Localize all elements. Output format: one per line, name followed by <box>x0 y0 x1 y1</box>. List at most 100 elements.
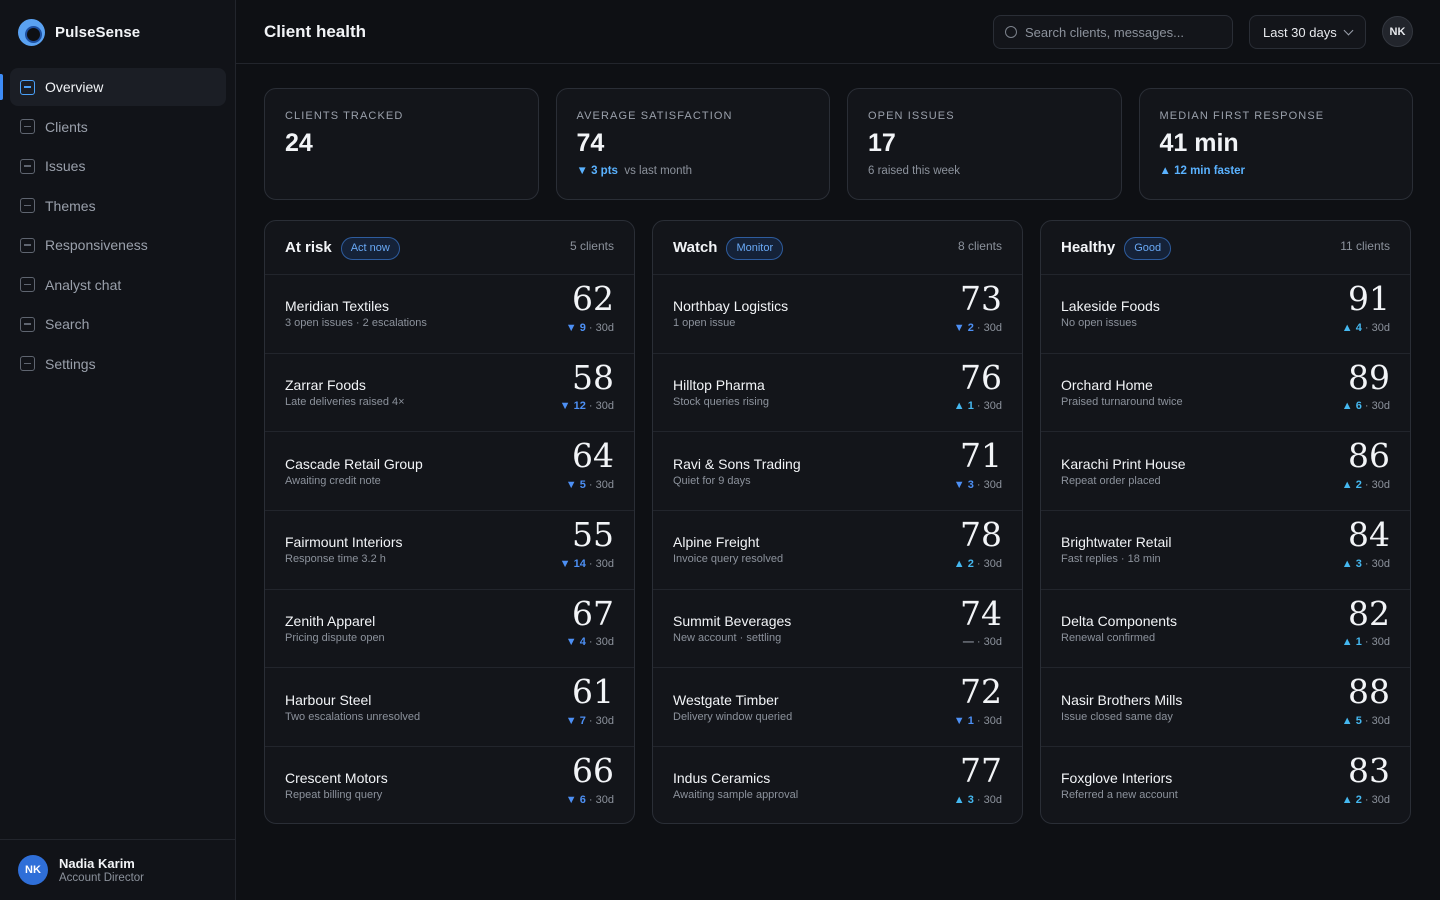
client-note: Referred a new account <box>1061 789 1178 802</box>
client-score: 66 ▼ 6 · 30d <box>566 751 614 806</box>
client-row[interactable]: Alpine Freight Invoice query resolved 78 ▲ … <box>653 510 1022 589</box>
client-row[interactable]: Delta Components Renewal confirmed 82 ▲ 1 ·… <box>1041 588 1410 668</box>
trend-period: · 30d <box>1364 478 1390 491</box>
trend-period: · 30d <box>1364 715 1390 728</box>
score-value: 55 <box>572 515 614 555</box>
kpi-label: Open issues <box>868 110 955 122</box>
trend-delta: 6 <box>1355 400 1362 413</box>
client-name: Fairmount Interiors <box>285 534 403 551</box>
header-avatar[interactable]: NK <box>1382 16 1413 47</box>
client-row[interactable]: Ravi & Sons Trading Quiet for 9 days 71 ▼ 3… <box>653 431 1022 510</box>
score-trend: ▼ 9 · 30d <box>566 322 614 334</box>
search-input[interactable] <box>1025 24 1225 40</box>
trend-up-icon: ▲ <box>1341 715 1356 728</box>
brand[interactable]: PulseSense <box>18 19 140 46</box>
trend-down-icon: ▼ <box>565 636 580 649</box>
sidebar-item-overview[interactable]: Overview <box>0 68 226 106</box>
kpi-change: ▲ 12 min faster <box>1159 165 1246 177</box>
trend-down-icon: ▼ <box>565 793 580 806</box>
sidebar-item-label: Overview <box>45 79 104 95</box>
trend-delta: 6 <box>579 793 586 806</box>
client-row[interactable]: Summit Beverages New account · settling 74… <box>653 588 1022 668</box>
score-value: 71 <box>960 436 1002 476</box>
kpi-value: 74 <box>576 129 605 157</box>
client-score: 62 ▼ 9 · 30d <box>566 279 614 334</box>
client-score: 82 ▲ 1 · 30d <box>1342 594 1390 649</box>
client-score: 78 ▲ 2 · 30d <box>954 515 1002 570</box>
search-box[interactable] <box>993 15 1233 49</box>
trend-period: · 30d <box>588 715 614 728</box>
status-badge: Monitor <box>726 236 784 260</box>
client-row[interactable]: Foxglove Interiors Referred a new account… <box>1041 746 1410 823</box>
trend-period: · 30d <box>588 400 614 413</box>
client-row[interactable]: Meridian Textiles 3 open issues · 2 escal… <box>265 274 634 353</box>
score-trend: ▼ 12 · 30d <box>560 400 614 412</box>
score-value: 66 <box>572 751 614 791</box>
search-icon <box>1005 26 1017 38</box>
kpi-sub-text: 6 raised this week <box>868 165 961 177</box>
client-row[interactable]: Cascade Retail Group Awaiting credit note… <box>265 431 634 510</box>
sidebar-item-issues[interactable]: Issues <box>10 147 226 185</box>
trend-period: · 30d <box>976 400 1002 413</box>
client-name: Hilltop Pharma <box>673 377 765 394</box>
client-score: 61 ▼ 7 · 30d <box>566 672 614 727</box>
trend-delta: 2 <box>1355 793 1362 806</box>
score-value: 83 <box>1348 751 1390 791</box>
trend-period: · 30d <box>1364 557 1390 570</box>
trend-period: · 30d <box>1364 793 1390 806</box>
client-row[interactable]: Northbay Logistics 1 open issue 73 ▼ 2 · 30… <box>653 274 1022 353</box>
client-row[interactable]: Orchard Home Praised turnaround twice 89 ▲ … <box>1041 352 1410 432</box>
client-row[interactable]: Brightwater Retail Fast replies · 18 min 8… <box>1041 510 1410 589</box>
client-row[interactable]: Karachi Print House Repeat order placed 86… <box>1041 431 1410 510</box>
client-row[interactable]: Hilltop Pharma Stock queries rising 76 ▲ 1 … <box>653 352 1022 432</box>
kpi-label: Average satisfaction <box>576 110 733 122</box>
score-trend: ▲ 1 · 30d <box>954 400 1002 412</box>
column-header: Watch Monitor 8 clients <box>653 221 1022 274</box>
sidebar-item-search[interactable]: Search <box>10 305 226 343</box>
client-row[interactable]: Indus Ceramics Awaiting sample approval 77… <box>653 746 1022 823</box>
sidebar-item-clients[interactable]: Clients <box>10 108 226 146</box>
score-value: 82 <box>1348 593 1390 633</box>
client-note: Invoice query resolved <box>673 553 784 566</box>
trend-down-icon: ▼ <box>953 715 968 728</box>
score-trend: ▲ 2 · 30d <box>954 558 1002 570</box>
trend-down-icon: ▼ <box>565 478 580 491</box>
trend-delta: — <box>962 636 974 649</box>
score-value: 76 <box>960 357 1002 397</box>
column-header: Healthy Good 11 clients <box>1041 221 1410 274</box>
overview-icon <box>20 79 35 95</box>
client-name: Foxglove Interiors <box>1061 770 1173 787</box>
kpi-median-first-response: Median first response 41 min ▲ 12 min fa… <box>1138 88 1413 200</box>
client-row[interactable]: Nasir Brothers Mills Issue closed same da… <box>1041 667 1410 746</box>
client-row[interactable]: Zarrar Foods Late deliveries raised 4× 58 ▼… <box>265 352 634 432</box>
client-row[interactable]: Crescent Motors Repeat billing query 66 ▼ 6… <box>265 746 634 823</box>
client-row[interactable]: Lakeside Foods No open issues 91 ▲ 4 · 30d <box>1041 274 1410 353</box>
client-score: 55 ▼ 14 · 30d <box>560 515 614 570</box>
trend-period: · 30d <box>976 793 1002 806</box>
date-range-select[interactable]: Last 30 days <box>1249 15 1366 49</box>
trend-period: · 30d <box>1364 400 1390 413</box>
trend-delta: 5 <box>579 478 586 491</box>
score-trend: ▲ 3 · 30d <box>1342 558 1390 570</box>
kpi-label: Median first response <box>1159 110 1325 122</box>
client-note: New account · settling <box>673 632 782 645</box>
sidebar-item-responsiveness[interactable]: Responsiveness <box>10 226 226 264</box>
client-row[interactable]: Fairmount Interiors Response time 3.2 h 55… <box>265 510 634 589</box>
user-profile[interactable]: NK Nadia Karim Account Director <box>0 839 235 900</box>
client-name: Brightwater Retail <box>1061 534 1172 551</box>
trend-period: · 30d <box>976 715 1002 728</box>
client-row[interactable]: Zenith Apparel Pricing dispute open 67 ▼ 4 … <box>265 588 634 668</box>
sidebar-item-analyst-chat[interactable]: Analyst chat <box>10 266 226 304</box>
client-note: Late deliveries raised 4× <box>285 396 405 409</box>
user-role: Account Director <box>59 872 145 884</box>
client-note: 1 open issue <box>673 317 736 330</box>
health-columns: At risk Act now 5 clients Meridian Textiles… <box>264 220 1411 824</box>
client-note: Renewal confirmed <box>1061 632 1156 645</box>
sidebar-item-themes[interactable]: Themes <box>10 187 226 225</box>
client-name: Lakeside Foods <box>1061 298 1160 315</box>
score-trend: ▼ 4 · 30d <box>566 636 614 648</box>
client-row[interactable]: Westgate Timber Delivery window queried 72… <box>653 667 1022 746</box>
kpi-clients-tracked: Clients tracked 24 <box>264 88 539 200</box>
client-row[interactable]: Harbour Steel Two escalations unresolved 6… <box>265 667 634 746</box>
sidebar-item-settings[interactable]: Settings <box>10 345 226 383</box>
